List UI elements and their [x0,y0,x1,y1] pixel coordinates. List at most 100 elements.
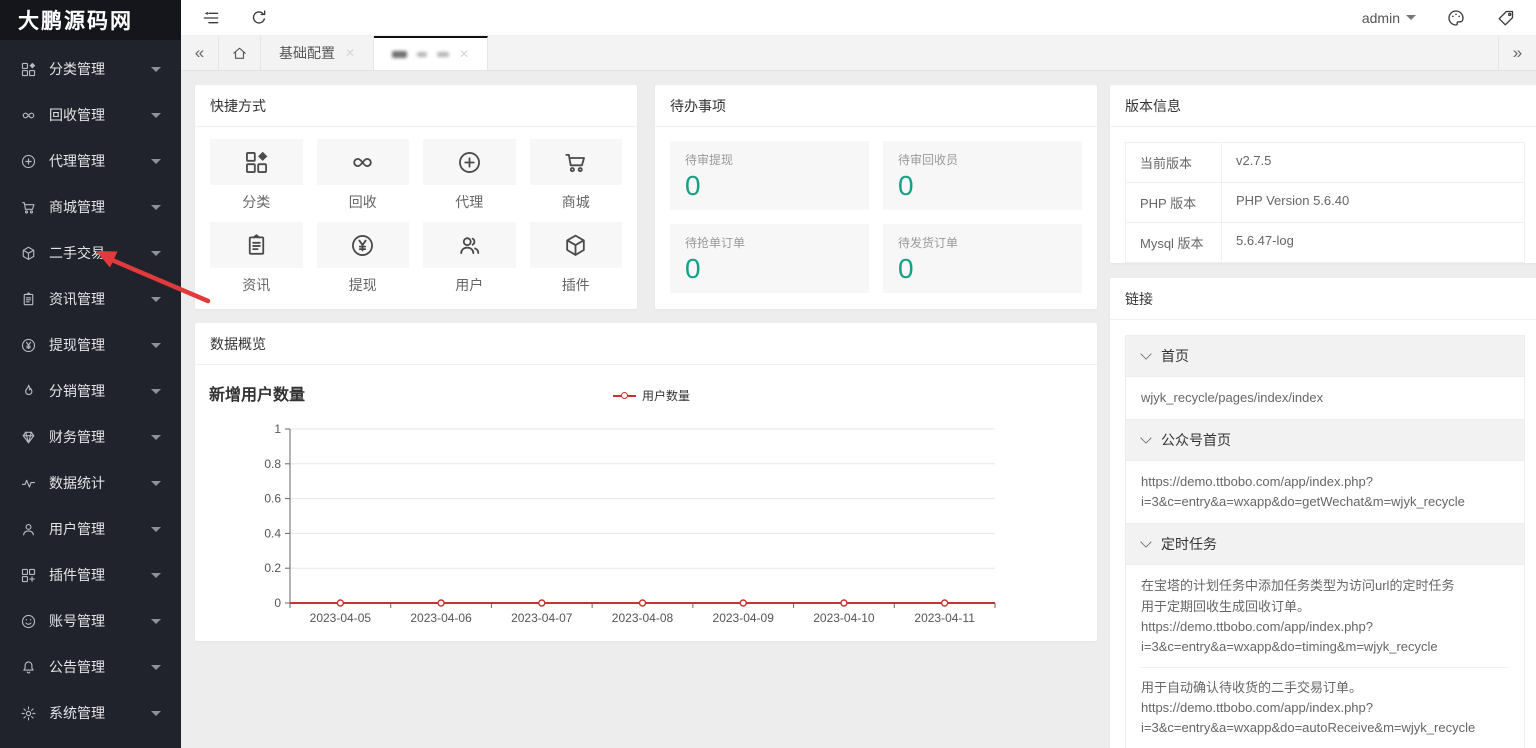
gear-icon [20,705,37,722]
topbar: admin [181,0,1536,36]
link-url[interactable]: wjyk_recycle/pages/index/index [1141,388,1509,408]
collapse-body-home: wjyk_recycle/pages/index/index [1126,377,1524,420]
chart-legend[interactable]: 用户数量 [613,387,690,404]
chevron-down-icon [151,435,161,440]
chevron-down-icon [151,113,161,118]
tab-base-config[interactable]: 基础配置✕ [261,36,374,70]
sidebar-item-category[interactable]: 分类管理 [0,46,181,92]
chevron-down-icon [151,159,161,164]
table-row: Mysql 版本5.6.47-log [1126,222,1524,262]
chevron-down-icon [1140,537,1151,548]
users-icon [456,232,483,259]
line-chart: 00.20.40.60.812023-04-052023-04-062023-0… [195,417,1080,641]
svg-text:2023-04-07: 2023-04-07 [511,611,573,625]
sidebar-item-finance[interactable]: 财务管理 [0,414,181,460]
news-icon [243,232,270,259]
obscured-label [392,51,407,58]
sidebar-item-agent[interactable]: 代理管理 [0,138,181,184]
link-url[interactable]: i=3&c=entry&a=wxapp&do=getWechat&m=wjyk_… [1141,492,1509,512]
todo-count: 0 [685,253,854,285]
quick-item-withdraw[interactable]: 提现 [317,222,410,295]
svg-text:1: 1 [274,422,281,436]
panel-title: 链接 [1110,278,1536,320]
sidebar-item-statistics[interactable]: 数据统计 [0,460,181,506]
chevron-down-icon [151,527,161,532]
tab-active-obscured[interactable]: ✕ [374,36,488,70]
admin-dashboard: 大鹏源码网 分类管理 回收管理 代理管理 商城管理 二手交易 资讯管理 提现管理… [0,0,1536,748]
todo-pending-grab-order[interactable]: 待抢单订单0 [670,224,869,293]
sidebar: 大鹏源码网 分类管理 回收管理 代理管理 商城管理 二手交易 资讯管理 提现管理… [0,0,181,748]
link-url[interactable]: i=3&c=entry&a=wxapp&do=autoReceive&m=wjy… [1141,718,1509,738]
close-icon[interactable]: ✕ [459,47,469,61]
username: admin [1362,10,1400,26]
quick-item-user[interactable]: 用户 [423,222,516,295]
collapse-header-cron[interactable]: 定时任务 [1126,524,1524,565]
todo-pending-withdraw[interactable]: 待审提现0 [670,141,869,210]
sidebar-item-news[interactable]: 资讯管理 [0,276,181,322]
todo-pending-ship-order[interactable]: 待发货订单0 [883,224,1082,293]
logo: 大鹏源码网 [0,0,181,40]
plugin-icon [20,567,37,584]
tag-icon[interactable] [1496,8,1516,28]
cart-icon [562,149,589,176]
link-url[interactable]: https://demo.ttbobo.com/app/index.php? [1141,472,1509,492]
theme-palette-icon[interactable] [1446,8,1466,28]
plus-circle-icon [456,149,483,176]
account-icon [20,613,37,630]
grid-icon [20,61,37,78]
sidebar-item-secondhand[interactable]: 二手交易 [0,230,181,276]
collapse-body-mp: https://demo.ttbobo.com/app/index.php? i… [1126,461,1524,524]
chevron-down-icon [151,389,161,394]
chevron-down-icon [1140,432,1151,443]
sidebar-item-plugins[interactable]: 插件管理 [0,552,181,598]
close-icon[interactable]: ✕ [345,46,355,60]
link-url[interactable]: https://demo.ttbobo.com/app/index.php? [1141,617,1509,637]
svg-text:0.2: 0.2 [264,561,281,575]
table-row: PHP 版本PHP Version 5.6.40 [1126,182,1524,222]
todo-pending-recycler[interactable]: 待审回收员0 [883,141,1082,210]
sidebar-item-account[interactable]: 账号管理 [0,598,181,644]
panel-title: 待办事项 [655,85,1097,127]
sidebar-item-mall[interactable]: 商城管理 [0,184,181,230]
quick-item-mall[interactable]: 商城 [530,139,623,212]
sidebar-item-recycle[interactable]: 回收管理 [0,92,181,138]
svg-text:2023-04-11: 2023-04-11 [914,611,975,625]
sidebar-item-withdraw[interactable]: 提现管理 [0,322,181,368]
chevron-down-icon [151,665,161,670]
svg-text:2023-04-05: 2023-04-05 [310,611,372,625]
quick-item-recycle[interactable]: 回收 [317,139,410,212]
chevron-down-icon [1406,15,1416,20]
home-tab[interactable] [219,36,261,70]
yen-circle-icon [349,232,376,259]
cube-icon [562,232,589,259]
collapse-menu-icon[interactable] [201,8,221,28]
grid-icon [243,149,270,176]
version-table: 当前版本v2.7.5 PHP 版本PHP Version 5.6.40 Mysq… [1125,142,1525,263]
collapse-header-home[interactable]: 首页 [1126,336,1524,377]
tabs-scroll-left[interactable]: « [181,36,219,70]
sidebar-item-users[interactable]: 用户管理 [0,506,181,552]
home-icon [231,45,248,62]
quick-item-category[interactable]: 分类 [210,139,303,212]
user-menu[interactable]: admin [1362,10,1416,26]
bell-icon [20,659,37,676]
sidebar-item-distribution[interactable]: 分销管理 [0,368,181,414]
tabs-scroll-right[interactable]: » [1498,36,1536,70]
panel-title: 版本信息 [1110,85,1536,127]
link-url[interactable]: i=3&c=entry&a=wxapp&do=timing&m=wjyk_rec… [1141,637,1509,657]
flame-icon [20,383,37,400]
todo-panel: 待办事项 待审提现0 待审回收员0 待抢单订单0 待发货订单0 [655,85,1097,309]
cart-icon [20,199,37,216]
quick-item-news[interactable]: 资讯 [210,222,303,295]
svg-text:0.8: 0.8 [264,457,281,471]
cube-icon [20,245,37,262]
link-url[interactable]: https://demo.ttbobo.com/app/index.php? [1141,698,1509,718]
quick-item-agent[interactable]: 代理 [423,139,516,212]
quick-item-plugin[interactable]: 插件 [530,222,623,295]
sidebar-item-system[interactable]: 系统管理 [0,690,181,736]
infinity-icon [20,107,37,124]
sidebar-item-announcement[interactable]: 公告管理 [0,644,181,690]
chevron-down-icon [151,573,161,578]
collapse-header-mp[interactable]: 公众号首页 [1126,420,1524,461]
refresh-icon[interactable] [249,8,269,28]
